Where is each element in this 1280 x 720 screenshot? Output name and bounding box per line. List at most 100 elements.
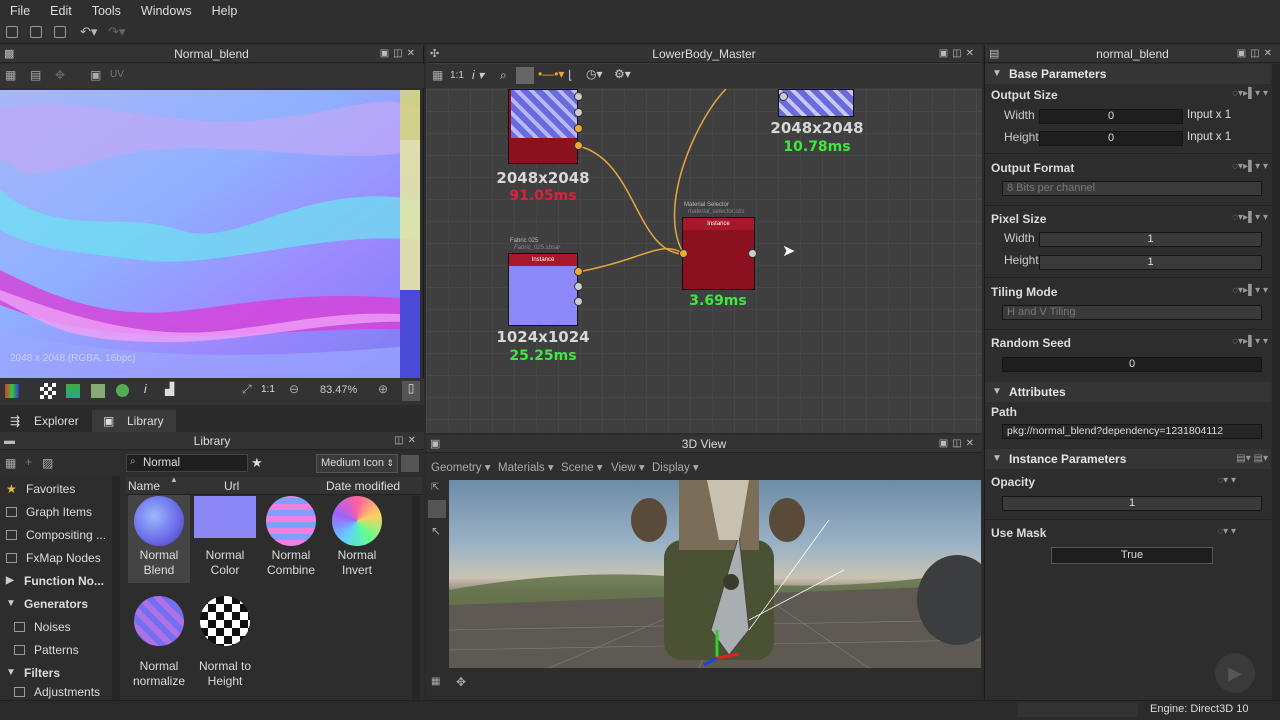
param-function-icons[interactable]: ◌▾▸▌▾ ▾ bbox=[1232, 285, 1268, 296]
open-icon[interactable] bbox=[30, 26, 42, 38]
param-function-icons[interactable]: ◌▾ ▾ bbox=[1217, 526, 1236, 537]
panel-controls[interactable]: ◫✕ bbox=[394, 432, 420, 450]
info-icon[interactable]: i ▾ bbox=[472, 68, 484, 82]
graph-node-fabric[interactable]: Instance bbox=[508, 253, 578, 326]
menu-edit[interactable]: Edit bbox=[40, 4, 82, 18]
use-mask-toggle[interactable]: True bbox=[1051, 547, 1213, 564]
library-item-label[interactable]: Normal Blend bbox=[126, 548, 192, 578]
ratio-button[interactable]: 1:1 bbox=[261, 384, 275, 395]
tree-item-fxmap[interactable]: FxMap Nodes bbox=[0, 547, 112, 569]
filter-icon[interactable]: ▦ bbox=[5, 456, 16, 470]
tiling-mode-select[interactable]: H and V Tiling bbox=[1002, 305, 1262, 320]
settings-icon[interactable]: ✥ bbox=[456, 675, 466, 689]
info-icon[interactable]: i bbox=[144, 382, 147, 396]
graph-canvas[interactable]: 2048x2048 91.05ms 2048x2048 10.78ms Mate… bbox=[426, 89, 982, 433]
tree-item-graph-items[interactable]: Graph Items bbox=[0, 501, 112, 523]
param-function-icons[interactable]: ◌▾▸▌▾ ▾ bbox=[1232, 88, 1268, 99]
tree-item-filters[interactable]: ▼ Filters bbox=[0, 662, 112, 684]
graph-ratio[interactable]: 1:1 bbox=[450, 70, 464, 81]
tab-explorer[interactable]: Explorer bbox=[34, 410, 79, 432]
library-item-label[interactable]: Normal Color bbox=[192, 548, 258, 578]
menu-view[interactable]: View ▾ bbox=[611, 460, 645, 474]
tree-item-generators[interactable]: ▼ Generators bbox=[0, 593, 112, 615]
channels-icon[interactable]: ▦ bbox=[5, 68, 16, 82]
link-icon[interactable]: •—•▾ bbox=[538, 67, 564, 81]
histogram-icon[interactable]: ▟ bbox=[165, 382, 174, 396]
tiling-icon[interactable]: ✥ bbox=[55, 68, 65, 82]
node-port[interactable] bbox=[574, 92, 583, 101]
node-input-port[interactable] bbox=[679, 249, 688, 258]
node-output-port[interactable] bbox=[748, 249, 757, 258]
redo-icon[interactable]: ↷▾ bbox=[108, 24, 125, 40]
panel-controls[interactable]: ▣◫✕ bbox=[939, 435, 978, 453]
search-icon[interactable]: ⌕ bbox=[500, 68, 507, 83]
param-function-icons[interactable]: ◌▾ ▾ bbox=[1217, 475, 1236, 486]
tree-item-compositing[interactable]: Compositing ... bbox=[0, 524, 112, 546]
zoom-out-icon[interactable]: ⊖ bbox=[289, 382, 299, 396]
zoom-in-icon[interactable]: ⊕ bbox=[378, 382, 388, 396]
gear-icon[interactable]: ⚙▾ bbox=[614, 67, 631, 81]
node-port[interactable] bbox=[574, 108, 583, 117]
library-item-label[interactable]: Normal Combine bbox=[258, 548, 324, 578]
tree-item-favorites[interactable]: ★ Favorites bbox=[0, 478, 112, 500]
alpha-checker-icon[interactable] bbox=[40, 383, 56, 399]
section-attributes[interactable]: ▼ Attributes bbox=[985, 382, 1271, 402]
lock-icon[interactable]: ▯ bbox=[402, 381, 420, 401]
opacity-slider[interactable]: 1 bbox=[1002, 496, 1262, 511]
tree-item-noises[interactable]: Noises bbox=[0, 616, 112, 638]
curves-icon[interactable] bbox=[516, 67, 534, 84]
normal-to-height-thumb[interactable] bbox=[200, 596, 250, 646]
path-field[interactable]: pkg://normal_blend?dependency=1231804112 bbox=[1002, 424, 1262, 439]
pixel-height-field[interactable]: 1 bbox=[1039, 255, 1262, 270]
new-icon[interactable] bbox=[6, 26, 18, 38]
save-icon[interactable] bbox=[54, 26, 66, 38]
normal-invert-thumb[interactable] bbox=[332, 496, 382, 546]
menu-scene[interactable]: Scene ▾ bbox=[561, 460, 603, 474]
camera-icon[interactable]: ▣ bbox=[90, 68, 101, 82]
node-port[interactable] bbox=[574, 282, 583, 291]
menu-tools[interactable]: Tools bbox=[82, 4, 131, 18]
edit-icon[interactable]: ▨ bbox=[42, 456, 53, 470]
tab-library[interactable]: Library bbox=[127, 410, 164, 432]
panel-controls[interactable]: ▣◫✕ bbox=[939, 45, 978, 63]
menu-geometry[interactable]: Geometry ▾ bbox=[431, 460, 490, 474]
zoom-level[interactable]: 83.47% bbox=[320, 384, 357, 396]
timer-icon[interactable]: ◷▾ bbox=[586, 67, 603, 81]
tree-item-adjustments[interactable]: Adjustments bbox=[0, 685, 112, 700]
normal-normalize-thumb[interactable] bbox=[134, 596, 184, 646]
expand-icon[interactable]: ⇱ bbox=[431, 482, 439, 493]
rgba-icon[interactable] bbox=[5, 384, 19, 398]
column-url[interactable]: Url bbox=[224, 479, 239, 493]
instance-param-icons[interactable]: ▤▾ ▤▾ bbox=[1236, 453, 1268, 464]
align-icon[interactable]: ⌊ bbox=[568, 68, 573, 82]
view-mode-select[interactable]: Medium Icon ⇕ bbox=[316, 454, 398, 473]
camera-tool-icon[interactable] bbox=[428, 500, 446, 518]
column-name[interactable]: Name bbox=[128, 479, 160, 493]
panel-controls[interactable]: ▣◫✕ bbox=[1237, 45, 1276, 63]
library-scrollbar[interactable] bbox=[412, 496, 420, 700]
scene-tree-icon[interactable]: ▦ bbox=[431, 676, 440, 687]
add-icon[interactable]: + bbox=[25, 455, 32, 469]
normal-combine-thumb[interactable] bbox=[266, 496, 316, 546]
panel-controls[interactable]: ▣◫✕ bbox=[380, 45, 419, 63]
library-item-label[interactable]: Normal normalize bbox=[126, 659, 192, 689]
output-width-field[interactable]: 0 bbox=[1039, 109, 1183, 124]
light-tool-icon[interactable]: ↖ bbox=[431, 524, 441, 538]
3d-viewport[interactable] bbox=[449, 480, 981, 668]
normal-blend-thumb[interactable] bbox=[134, 496, 184, 546]
node-port[interactable] bbox=[574, 124, 583, 133]
library-item-label[interactable]: Normal Invert bbox=[324, 548, 390, 578]
menu-file[interactable]: File bbox=[0, 4, 40, 18]
menu-windows[interactable]: Windows bbox=[131, 4, 202, 18]
library-search-input[interactable]: ⌕ Normal bbox=[126, 454, 248, 472]
param-function-icons[interactable]: ◌▾▸▌▾ ▾ bbox=[1232, 336, 1268, 347]
output-height-field[interactable]: 0 bbox=[1039, 131, 1183, 146]
param-function-icons[interactable]: ◌▾▸▌▾ ▾ bbox=[1232, 161, 1268, 172]
pixel-width-field[interactable]: 1 bbox=[1039, 232, 1262, 247]
section-base-parameters[interactable]: ▼ Base Parameters bbox=[985, 64, 1271, 84]
export-icon[interactable]: ▤ bbox=[30, 68, 41, 82]
frame-icon[interactable]: ▦ bbox=[432, 68, 443, 82]
menu-display[interactable]: Display ▾ bbox=[652, 460, 699, 474]
node-output-port[interactable] bbox=[574, 267, 583, 276]
view-options-icon[interactable] bbox=[401, 455, 419, 472]
